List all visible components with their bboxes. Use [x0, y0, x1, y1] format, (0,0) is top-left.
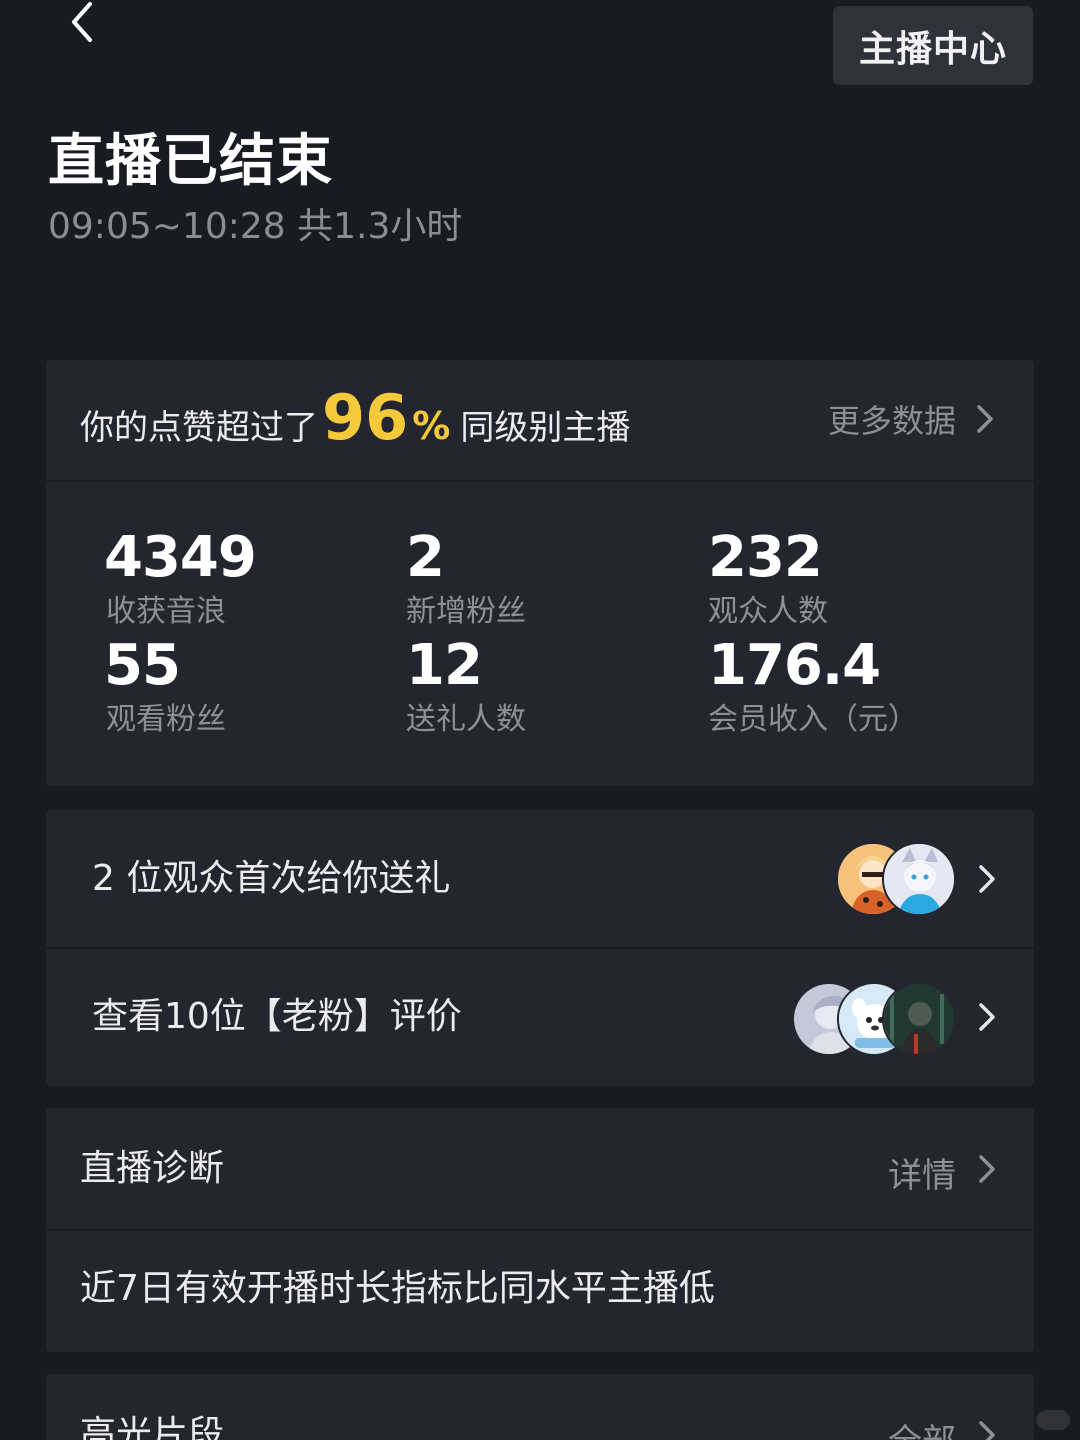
- divider: [46, 480, 1034, 482]
- stat-value: 2: [406, 525, 445, 590]
- highlights-card: 高光片段 全部: [46, 1374, 1034, 1440]
- live-duration: 09:05~10:28 共1.3小时: [48, 206, 463, 247]
- diagnosis-card: 直播诊断 详情 近7日有效开播时长指标比同水平主播低: [46, 1108, 1034, 1352]
- anchor-center-button[interactable]: 主播中心: [833, 6, 1033, 85]
- chevron-right-icon[interactable]: [976, 404, 994, 434]
- stat-label: 观看粉丝: [106, 702, 226, 737]
- stat-value: 55: [104, 633, 181, 698]
- audience-card: 2 位观众首次给你送礼 查看10位【老粉】评价: [46, 810, 1034, 1086]
- more-data-link[interactable]: 更多数据: [828, 396, 956, 442]
- chevron-right-icon: [978, 1002, 996, 1032]
- chevron-left-icon: [62, 2, 102, 48]
- stat-value: 12: [406, 633, 483, 698]
- likes-summary: 你的点赞超过了 96 % 同级别主播: [80, 380, 630, 460]
- first-gift-row[interactable]: 2 位观众首次给你送礼: [46, 810, 1034, 947]
- chevron-right-icon[interactable]: [978, 1420, 996, 1440]
- fan-review-label: 查看10位【老粉】评价: [92, 996, 462, 1037]
- stat-label: 观众人数: [708, 594, 828, 629]
- stat-label: 送礼人数: [406, 702, 526, 737]
- stats-card: 你的点赞超过了 96 % 同级别主播 更多数据 4349 收获音浪 2 新增粉丝…: [46, 360, 1034, 786]
- avatar-dark: [882, 982, 956, 1056]
- fan-review-row[interactable]: 查看10位【老粉】评价: [46, 949, 1034, 1086]
- highlights-title: 高光片段: [80, 1414, 225, 1440]
- stat-value: 176.4: [708, 633, 881, 698]
- likes-suffix: 同级别主播: [460, 408, 631, 448]
- live-summary-page: 主播中心 直播已结束 09:05~10:28 共1.3小时 你的点赞超过了 96…: [0, 0, 1080, 1440]
- stat-value: 4349: [104, 525, 257, 590]
- first-gift-label: 2 位观众首次给你送礼: [92, 858, 451, 899]
- back-button[interactable]: [62, 0, 102, 44]
- likes-percent: 96: [322, 381, 409, 454]
- page-title: 直播已结束: [48, 129, 333, 194]
- watermark-badge: [1036, 1410, 1070, 1430]
- likes-percent-sign: %: [412, 404, 451, 448]
- avatar-cat: [882, 842, 956, 916]
- highlights-all-link[interactable]: 全部: [888, 1414, 956, 1440]
- diagnosis-detail-link[interactable]: 详情: [888, 1148, 956, 1197]
- chevron-right-icon[interactable]: [978, 1154, 996, 1184]
- chevron-right-icon: [978, 864, 996, 894]
- stat-label: 新增粉丝: [406, 594, 526, 629]
- divider: [46, 1229, 1034, 1231]
- stat-value: 232: [708, 525, 823, 590]
- diagnosis-message: 近7日有效开播时长指标比同水平主播低: [80, 1268, 715, 1309]
- stat-label: 会员收入（元）: [708, 702, 918, 737]
- likes-prefix: 你的点赞超过了: [80, 408, 318, 448]
- stat-label: 收获音浪: [106, 594, 226, 629]
- diagnosis-title: 直播诊断: [80, 1148, 225, 1189]
